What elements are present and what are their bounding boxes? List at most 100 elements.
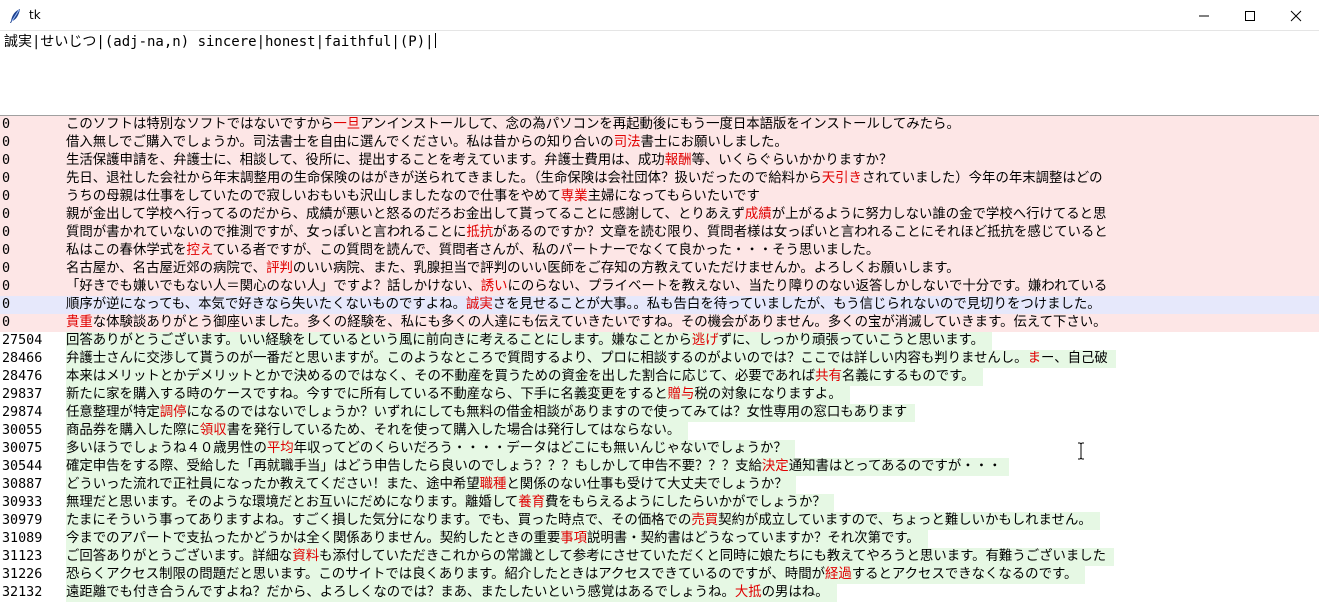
row-number: 28466 bbox=[2, 350, 62, 368]
row-number: 31123 bbox=[2, 548, 62, 566]
sentence-after: するとアクセスできなくなるのです。 bbox=[851, 567, 1078, 582]
highlighted-word: 逃げ bbox=[691, 333, 719, 348]
row-sentence: 本来はメリットとかデメリットとかで決めるのではなく、その不動産を買うための資金を… bbox=[66, 368, 983, 386]
sentence-after: の男はね。 bbox=[761, 585, 829, 600]
highlighted-word: 報酬 bbox=[664, 153, 692, 168]
sentence-before: 多いほうでしょうね４０歳男性の bbox=[66, 441, 267, 456]
search-text-area[interactable]: 誠実|せいじつ|(adj-na,n) sincere|honest|faithf… bbox=[0, 31, 1319, 116]
sentence-after: 主婦になってもらいたいです bbox=[587, 189, 760, 204]
row-number: 0 bbox=[2, 206, 62, 224]
row-sentence: 確定申告をする際、受給した「再就職手当」はどう申告したら良いのでしょう？？？もし… bbox=[66, 458, 1010, 476]
highlighted-word: 天引き bbox=[821, 171, 862, 186]
highlighted-word: 評判 bbox=[266, 261, 293, 276]
sentence-before: 親が金出して学校へ行ってるのだから、成績が悪いと怒るのだろお金出して貰ってること… bbox=[66, 207, 745, 222]
highlighted-word: 抵抗 bbox=[466, 225, 494, 240]
list-row[interactable]: 0 先日、退社した会社から年末調整用の生命保険のはがきが送られてきました。（生命保… bbox=[0, 170, 1319, 188]
list-row[interactable]: 30544 確定申告をする際、受給した「再就職手当」はどう申告したら良いのでしょう… bbox=[0, 458, 1319, 476]
row-number: 0 bbox=[2, 242, 62, 260]
row-sentence: 借入無しでご購入でしょうか。司法書士を自由に選んでください。私は昔からの知り合い… bbox=[66, 134, 796, 152]
highlighted-word: 養育 bbox=[518, 495, 545, 510]
list-row[interactable]: 0 順序が逆になっても、本気で好きなら失いたくないものですよね。誠実さを見せること… bbox=[0, 296, 1319, 314]
list-row[interactable]: 30887 どういった流れで正社員になったか教えてください！また、途中希望職種と関… bbox=[0, 476, 1319, 494]
list-row[interactable]: 32132 遠距離でも付き合うんですよね？だから、よろしくなのでは？まあ、またした… bbox=[0, 584, 1319, 602]
sentence-after: 税の対象になりますよ。 bbox=[694, 387, 842, 402]
list-row[interactable]: 31123 ご回答ありがとうございます。詳細な資料も添付していただきこれからの常識… bbox=[0, 548, 1319, 566]
sentence-before: 恐らくアクセス制限の問題だと思います。このサイトでは良くあります。紹介したときは… bbox=[66, 567, 825, 582]
highlighted-word: 貴重 bbox=[66, 315, 93, 330]
list-row[interactable]: 31226 恐らくアクセス制限の問題だと思います。このサイトでは良くあります。紹介… bbox=[0, 566, 1319, 584]
list-row[interactable]: 30979 たまにそういう事ってありますよね。すごく損した気分になります。でも、買… bbox=[0, 512, 1319, 530]
list-row[interactable]: 0 名古屋か、名古屋近郊の病院で、評判のいい病院、また、乳腺担当で評判のいい医師を… bbox=[0, 260, 1319, 278]
sentence-after: 書士にお願いしました。 bbox=[640, 135, 788, 150]
row-sentence: 今までのアパートで支払ったかどうかは全く関係ありません。契約したときの重要事項説… bbox=[66, 530, 928, 548]
list-row[interactable]: 30933 無理だと思います。そのような環境だとお互いにだめになります。離婚して養… bbox=[0, 494, 1319, 512]
highlighted-word: 一旦 bbox=[333, 117, 361, 132]
sentence-before: 生活保護申請を、弁護士に、相談して、役所に、提出することを考えています。弁護士費… bbox=[66, 153, 665, 168]
sentence-after: ている者ですが、この質問を読んで、質問者さんが、私のパートナーでなくて良かった・… bbox=[212, 243, 880, 258]
list-row[interactable]: 0 親が金出して学校へ行ってるのだから、成績が悪いと怒るのだろお金出して貰ってるこ… bbox=[0, 206, 1319, 224]
row-sentence: 商品券を購入した際に領収書を発行しているため、それを使って購入した場合は発行して… bbox=[66, 422, 689, 440]
sentence-before: 今までのアパートで支払ったかどうかは全く関係ありません。契約したときの重要 bbox=[66, 531, 561, 546]
sentence-after: 通知書はとってあるのですが・・・ bbox=[788, 459, 1002, 474]
row-number: 0 bbox=[2, 152, 62, 170]
row-sentence: 弁護士さんに交渉して貰うのが一番だと思いますが。このようなところで質問するより、… bbox=[66, 350, 1116, 368]
sentence-after: があるのですか？文章を読む限り、質問者様は女っぽいと言われることにそれほど抵抗を… bbox=[493, 225, 1108, 240]
list-row[interactable]: 30055 商品券を購入した際に領収書を発行しているため、それを使って購入した場合… bbox=[0, 422, 1319, 440]
sentence-before: 任意整理が特定 bbox=[66, 405, 160, 420]
sentence-after: ずに、しっかり頑張っていこうと思います。 bbox=[718, 333, 985, 348]
sentence-before: 質問が書かれていないので推測ですが、女っぽいと言われることに bbox=[66, 225, 467, 240]
list-row[interactable]: 0 生活保護申請を、弁護士に、相談して、役所に、提出することを考えています。弁護士… bbox=[0, 152, 1319, 170]
row-sentence: 質問が書かれていないので推測ですが、女っぽいと言われることに抵抗があるのですか？… bbox=[66, 224, 1116, 242]
row-number: 30933 bbox=[2, 494, 62, 512]
list-row[interactable]: 0 質問が書かれていないので推測ですが、女っぽいと言われることに抵抗があるのですか… bbox=[0, 224, 1319, 242]
row-sentence: このソフトは特別なソフトではないですから一旦アンインストールして、念の為パソコン… bbox=[66, 116, 968, 134]
sentence-after: されていました）今年の年末調整はどの bbox=[861, 171, 1103, 186]
sentence-after: 名義にするものです。 bbox=[841, 369, 975, 384]
list-row[interactable]: 28466 弁護士さんに交渉して貰うのが一番だと思いますが。このようなところで質問… bbox=[0, 350, 1319, 368]
list-row[interactable]: 29874 任意整理が特定調停になるのではないでしょうか？いずれにしても無料の借金… bbox=[0, 404, 1319, 422]
ibeam-cursor-icon bbox=[1078, 442, 1084, 460]
list-row[interactable]: 0 貴重な体験談ありがとう御座いました。多くの経験を、私にも多くの人達にも伝えてい… bbox=[0, 314, 1319, 332]
sentence-before: このソフトは特別なソフトではないですから bbox=[66, 117, 334, 132]
sentence-after: さを見せることが大事。。私も告白を待っていましたが、もう信じられないので見切りを… bbox=[492, 297, 1101, 312]
row-sentence: 多いほうでしょうね４０歳男性の平均年収ってどのくらいだろう・・・・データはどこに… bbox=[66, 440, 795, 458]
sentence-before: 私はこの春休学式を bbox=[66, 243, 187, 258]
sentence-before: 借入無しでご購入でしょうか。司法書士を自由に選んでください。私は昔からの知り合い… bbox=[66, 135, 614, 150]
row-number: 0 bbox=[2, 297, 11, 312]
list-row[interactable]: 30075 多いほうでしょうね４０歳男性の平均年収ってどのくらいだろう・・・・デー… bbox=[0, 440, 1319, 458]
list-row[interactable]: 31089 今までのアパートで支払ったかどうかは全く関係ありません。契約したときの… bbox=[0, 530, 1319, 548]
row-number: 29874 bbox=[2, 404, 62, 422]
sentence-before: たまにそういう事ってありますよね。すごく損した気分になります。でも、買った時点で… bbox=[66, 513, 692, 528]
list-row[interactable]: 27504 回答ありがとうございます。いい経験をしているという風に前向きに考えるこ… bbox=[0, 332, 1319, 350]
sentence-after: 等、いくらぐらいかかりますか？ bbox=[691, 153, 893, 168]
close-button[interactable] bbox=[1273, 0, 1319, 31]
row-number: 0 bbox=[2, 278, 62, 296]
list-row[interactable]: 0 「好きでも嫌いでもない人＝関心のない人」ですよ？話しかけない、誘いにのらない、… bbox=[0, 278, 1319, 296]
sentence-after: 契約が成立していますので、ちょっと難しいかもしれません。 bbox=[718, 513, 1092, 528]
sentence-before: 回答ありがとうございます。いい経験をしているという風に前向きに考えることにします… bbox=[66, 333, 692, 348]
list-row[interactable]: 28476 本来はメリットとかデメリットとかで決めるのではなく、その不動産を買うた… bbox=[0, 368, 1319, 386]
list-row[interactable]: 0 私はこの春休学式を控えている者ですが、この質問を読んで、質問者さんが、私のパー… bbox=[0, 242, 1319, 260]
highlighted-word: 資料 bbox=[292, 549, 320, 564]
highlighted-word: 司法 bbox=[613, 135, 641, 150]
sentence-before: 商品券を購入した際に bbox=[66, 423, 200, 438]
sentence-after: 費をもらえるようにしたらいかがでしょうか？ bbox=[544, 495, 826, 510]
list-row[interactable]: 29837 新たに家を購入する時のケースですね。今すでに所有している不動産なら、下… bbox=[0, 386, 1319, 404]
row-sentence: うちの母親は仕事をしていたので寂しいおもいも沢山しましたなので仕事をやめて専業主… bbox=[66, 188, 768, 206]
row-number: 0 bbox=[2, 224, 62, 242]
list-row[interactable]: 0 うちの母親は仕事をしていたので寂しいおもいも沢山しましたなので仕事をやめて専業… bbox=[0, 188, 1319, 206]
list-row[interactable]: 0 このソフトは特別なソフトではないですから一旦アンインストールして、念の為パソコ… bbox=[0, 116, 1319, 134]
title-bar: tk bbox=[0, 0, 1319, 31]
maximize-button[interactable] bbox=[1227, 0, 1273, 31]
row-number: 0 bbox=[2, 260, 62, 278]
row-number: 30075 bbox=[2, 440, 62, 458]
highlighted-word: 売買 bbox=[691, 513, 719, 528]
minimize-button[interactable] bbox=[1181, 0, 1227, 31]
row-sentence: 貴重な体験談ありがとう御座いました。多くの経験を、私にも多くの人達にも伝えていき… bbox=[66, 314, 1115, 332]
sentence-before: うちの母親は仕事をしていたので寂しいおもいも沢山しましたなので仕事をやめて bbox=[66, 189, 561, 204]
list-row[interactable]: 0 借入無しでご購入でしょうか。司法書士を自由に選んでください。私は昔からの知り合… bbox=[0, 134, 1319, 152]
sentence-before: 「好きでも嫌いでもない人＝関心のない人」ですよ？話しかけない、 bbox=[66, 279, 481, 294]
row-sentence: 任意整理が特定調停になるのではないでしょうか？いずれにしても無料の借金相談があり… bbox=[66, 404, 916, 422]
highlighted-word: 平均 bbox=[266, 441, 294, 456]
sentence-list[interactable]: 0 このソフトは特別なソフトではないですから一旦アンインストールして、念の為パソコ… bbox=[0, 116, 1319, 607]
